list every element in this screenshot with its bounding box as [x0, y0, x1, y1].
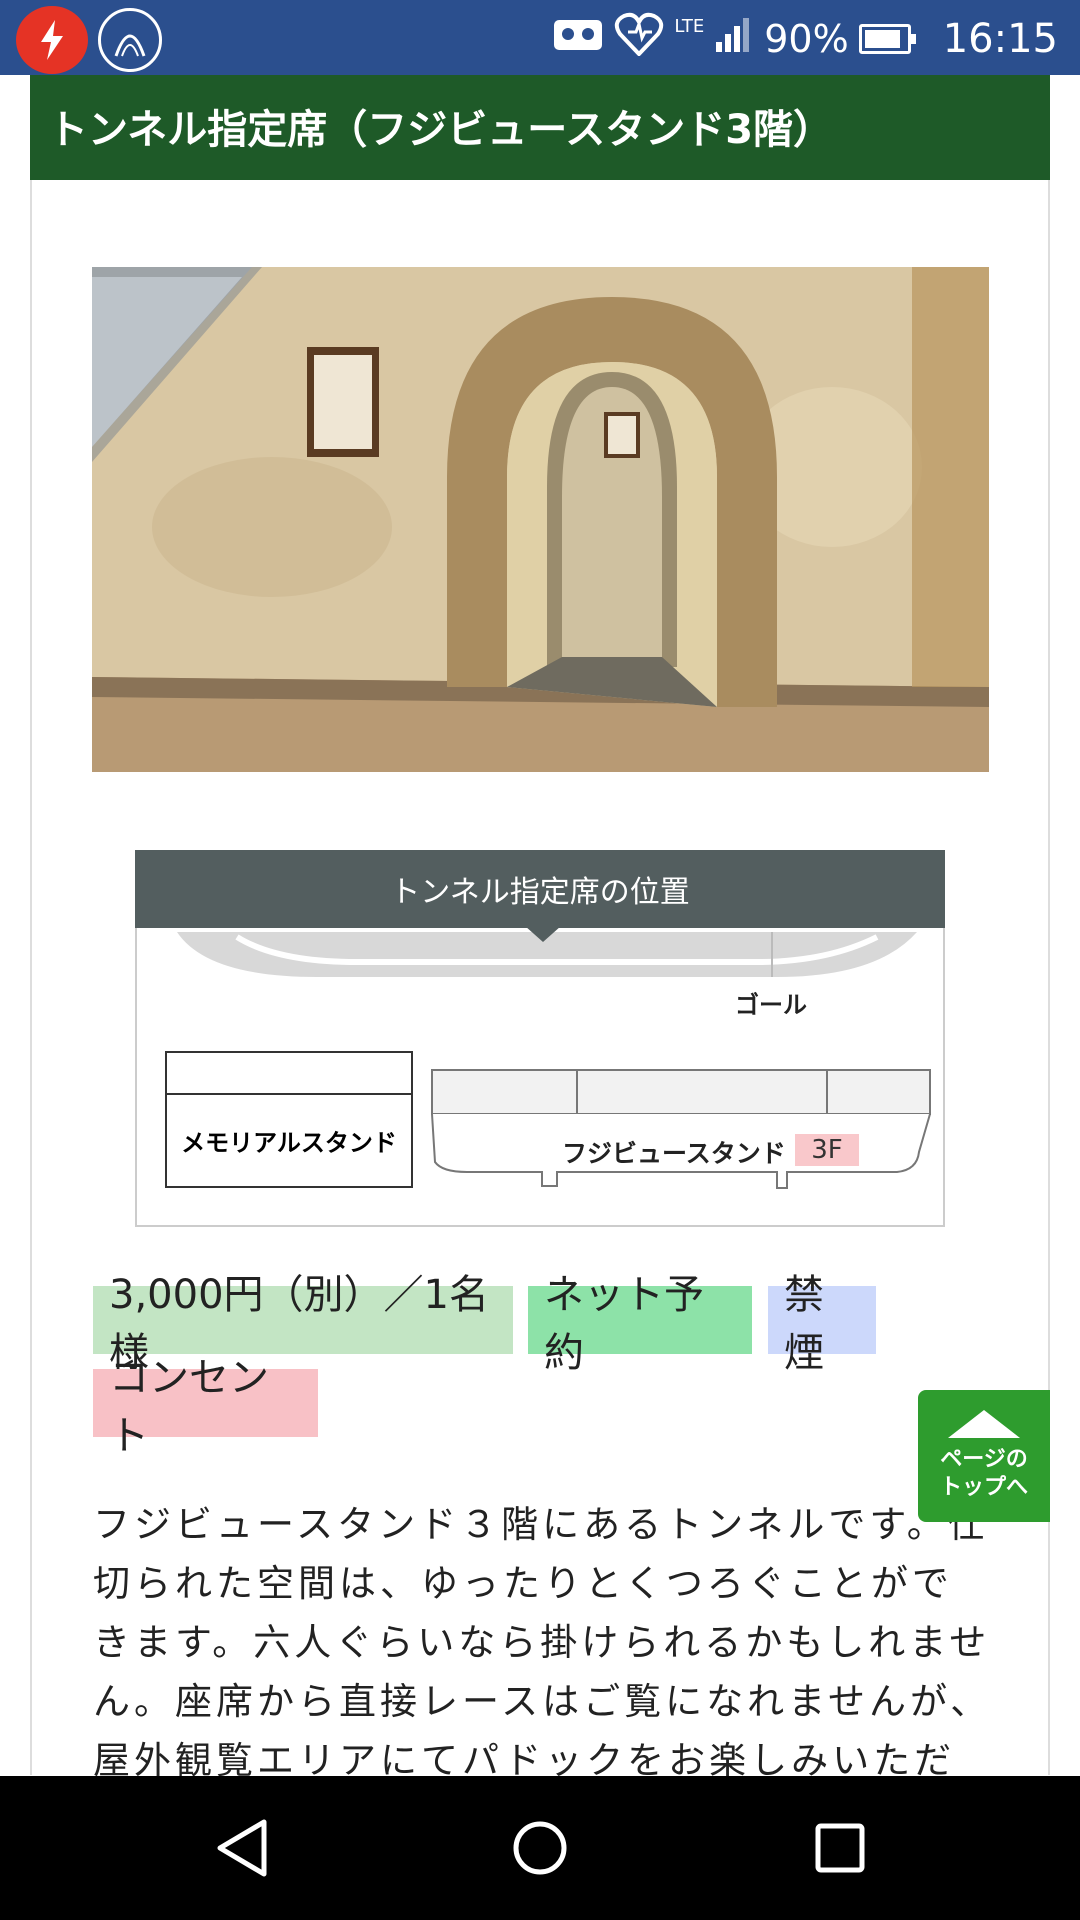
lightning-icon [16, 6, 88, 74]
network-type: LTE [674, 16, 705, 37]
back-icon[interactable] [206, 1812, 278, 1884]
battery-percent: 90% [764, 16, 849, 61]
page-top-label-line2: トップへ [939, 1475, 1028, 1500]
no-smoking-tag: 禁煙 [768, 1272, 876, 1376]
map-title-pointer [525, 926, 561, 942]
memorial-stand: メモリアルスタンド [165, 1093, 413, 1188]
vr-icon [552, 14, 604, 63]
memorial-stand-upper [165, 1051, 413, 1095]
recents-icon[interactable] [804, 1812, 876, 1884]
tunnel-photo [92, 267, 989, 772]
net-reservation-tag: ネット予約 [528, 1272, 752, 1376]
map-title: トンネル指定席の位置 [135, 850, 945, 928]
home-icon[interactable] [504, 1812, 576, 1884]
clock: 16:15 [942, 15, 1058, 62]
outlet-tag: コンセント [93, 1355, 318, 1459]
arc-app-icon [98, 8, 162, 72]
status-bar: LTE 90% 16:15 [0, 0, 1080, 75]
section-title: トンネル指定席（フジビュースタンド3階） [30, 75, 1050, 180]
floor-badge: 3F [795, 1134, 859, 1166]
page-top-button[interactable]: ページの トップへ [918, 1390, 1050, 1522]
goal-label: ゴール [735, 991, 807, 1019]
signal-icon [714, 14, 754, 63]
battery-icon [858, 23, 916, 54]
navigation-bar [0, 1776, 1080, 1920]
heart-icon [614, 12, 664, 65]
fuji-view-stand-label: フジビュースタンド [562, 1139, 786, 1168]
price-tag: 3,000円（別）／1名様 [93, 1272, 513, 1376]
page-top-label-line1: ページの [940, 1447, 1028, 1472]
up-arrow-icon [948, 1410, 1020, 1438]
